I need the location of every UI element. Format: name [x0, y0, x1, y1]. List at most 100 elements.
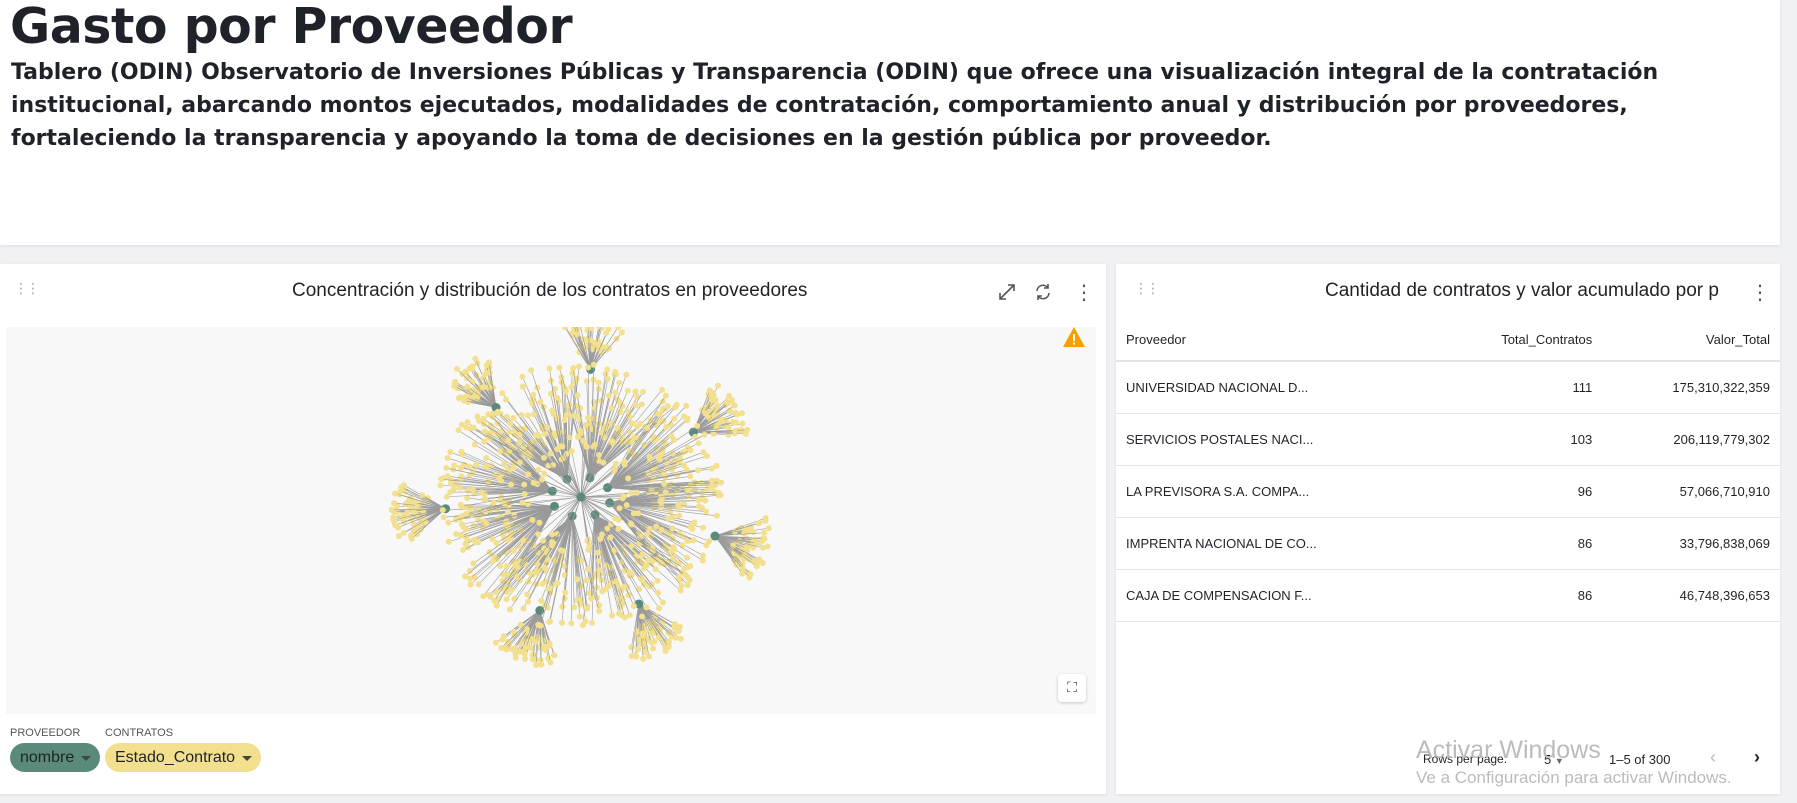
legend-chip-proveedor[interactable]: nombre [10, 743, 100, 772]
cell-proveedor: CAJA DE COMPENSACION F... [1116, 569, 1434, 621]
contract-node [635, 646, 641, 652]
contract-node [562, 590, 568, 596]
warning-icon[interactable] [1062, 326, 1086, 348]
table-row[interactable]: CAJA DE COMPENSACION F... 86 46,748,396,65… [1116, 569, 1780, 621]
contract-node [666, 638, 672, 644]
contract-node [506, 429, 512, 435]
contract-node [539, 581, 545, 587]
contract-node [462, 573, 468, 579]
expand-icon[interactable] [997, 282, 1017, 307]
chart-title: Concentración y distribución de los cont… [292, 280, 807, 302]
contract-node [520, 500, 526, 506]
contract-node [419, 492, 425, 498]
contract-node [534, 634, 540, 640]
contract-node [456, 427, 462, 433]
contract-node [480, 593, 486, 599]
contract-node [445, 520, 451, 526]
contract-node [619, 330, 625, 336]
contract-node [486, 359, 492, 365]
column-header-proveedor[interactable]: Proveedor [1116, 319, 1434, 361]
contract-node [714, 403, 720, 409]
contract-node [676, 513, 682, 519]
contract-node [483, 464, 489, 470]
contract-node [688, 482, 694, 488]
contract-node [616, 526, 622, 532]
contract-node [612, 466, 618, 472]
contract-node [521, 606, 527, 612]
contract-node [548, 660, 554, 666]
contract-node [486, 592, 492, 598]
drag-handle-icon[interactable]: ⋮⋮ [1134, 286, 1158, 292]
refresh-icon[interactable] [1033, 282, 1053, 307]
watermark-subtitle: Ve a Configuración para activar Windows. [1416, 768, 1732, 788]
contract-node [523, 644, 529, 650]
contract-node [655, 578, 661, 584]
table-row[interactable]: LA PREVISORA S.A. COMPA... 96 57,066,710,9… [1116, 465, 1780, 517]
contract-node [533, 662, 539, 668]
prev-page-icon[interactable]: ‹ [1710, 747, 1716, 768]
contract-node [542, 431, 548, 437]
contract-node [684, 555, 690, 561]
contract-node [700, 558, 706, 564]
contract-node [633, 389, 639, 395]
contract-node [574, 576, 580, 582]
contract-node [517, 649, 523, 655]
contract-node [660, 406, 666, 412]
table-row[interactable]: UNIVERSIDAD NACIONAL D... 111 175,310,322,… [1116, 361, 1780, 413]
contract-node [681, 463, 687, 469]
fit-view-icon[interactable]: ⛶ [1058, 674, 1086, 702]
contract-node [473, 462, 479, 468]
contract-node [617, 505, 623, 511]
more-vert-icon[interactable]: ⋮ [1750, 280, 1770, 304]
contract-node [748, 571, 754, 577]
contract-node [731, 420, 737, 426]
contract-node [542, 644, 548, 650]
legend-chip-contratos[interactable]: Estado_Contrato [105, 743, 261, 772]
contract-node [617, 400, 623, 406]
contract-node [585, 566, 591, 572]
cell-total-contratos: 103 [1434, 413, 1602, 465]
contract-node [696, 440, 702, 446]
contract-node [577, 614, 583, 620]
contract-node [528, 440, 534, 446]
contract-node [665, 403, 671, 409]
contract-node [756, 520, 762, 526]
more-vert-icon[interactable]: ⋮ [1074, 280, 1094, 304]
table-card: ⋮⋮ Cantidad de contratos y valor acumula… [1116, 264, 1780, 794]
contract-node [599, 588, 605, 594]
contract-node [632, 401, 638, 407]
contract-node [645, 557, 651, 563]
contract-node [591, 399, 597, 405]
page-description: Tablero (ODIN) Observatorio de Inversion… [11, 56, 1751, 155]
contract-node [594, 342, 600, 348]
contract-node [392, 491, 398, 497]
contract-node [541, 455, 547, 461]
contract-node [559, 444, 565, 450]
legend-label-contratos: CONTRATOS [105, 727, 173, 739]
network-graph[interactable] [6, 327, 1096, 714]
next-page-icon[interactable]: › [1754, 747, 1760, 768]
contract-node [531, 411, 537, 417]
contract-node [725, 400, 731, 406]
contract-node [509, 587, 515, 593]
contract-node [468, 582, 474, 588]
contract-node [586, 543, 592, 549]
contract-node [634, 394, 640, 400]
contract-node [754, 540, 760, 546]
contract-node [487, 370, 493, 376]
drag-handle-icon[interactable]: ⋮⋮ [14, 286, 38, 292]
contract-node [559, 604, 565, 610]
column-header-total-contratos[interactable]: Total_Contratos [1434, 319, 1602, 361]
contract-node [528, 367, 534, 373]
contract-node [504, 563, 510, 569]
cell-total-contratos: 111 [1434, 361, 1602, 413]
contract-node [507, 606, 513, 612]
contract-node [539, 477, 545, 483]
table-row[interactable]: SERVICIOS POSTALES NACI... 103 206,119,779… [1116, 413, 1780, 465]
cell-valor-total: 46,748,396,653 [1602, 569, 1780, 621]
table-row[interactable]: IMPRENTA NACIONAL DE CO... 86 33,796,838,0… [1116, 517, 1780, 569]
contract-node [706, 538, 712, 544]
contract-node [628, 429, 634, 435]
contract-node [401, 530, 407, 536]
column-header-valor-total[interactable]: Valor_Total [1602, 319, 1780, 361]
